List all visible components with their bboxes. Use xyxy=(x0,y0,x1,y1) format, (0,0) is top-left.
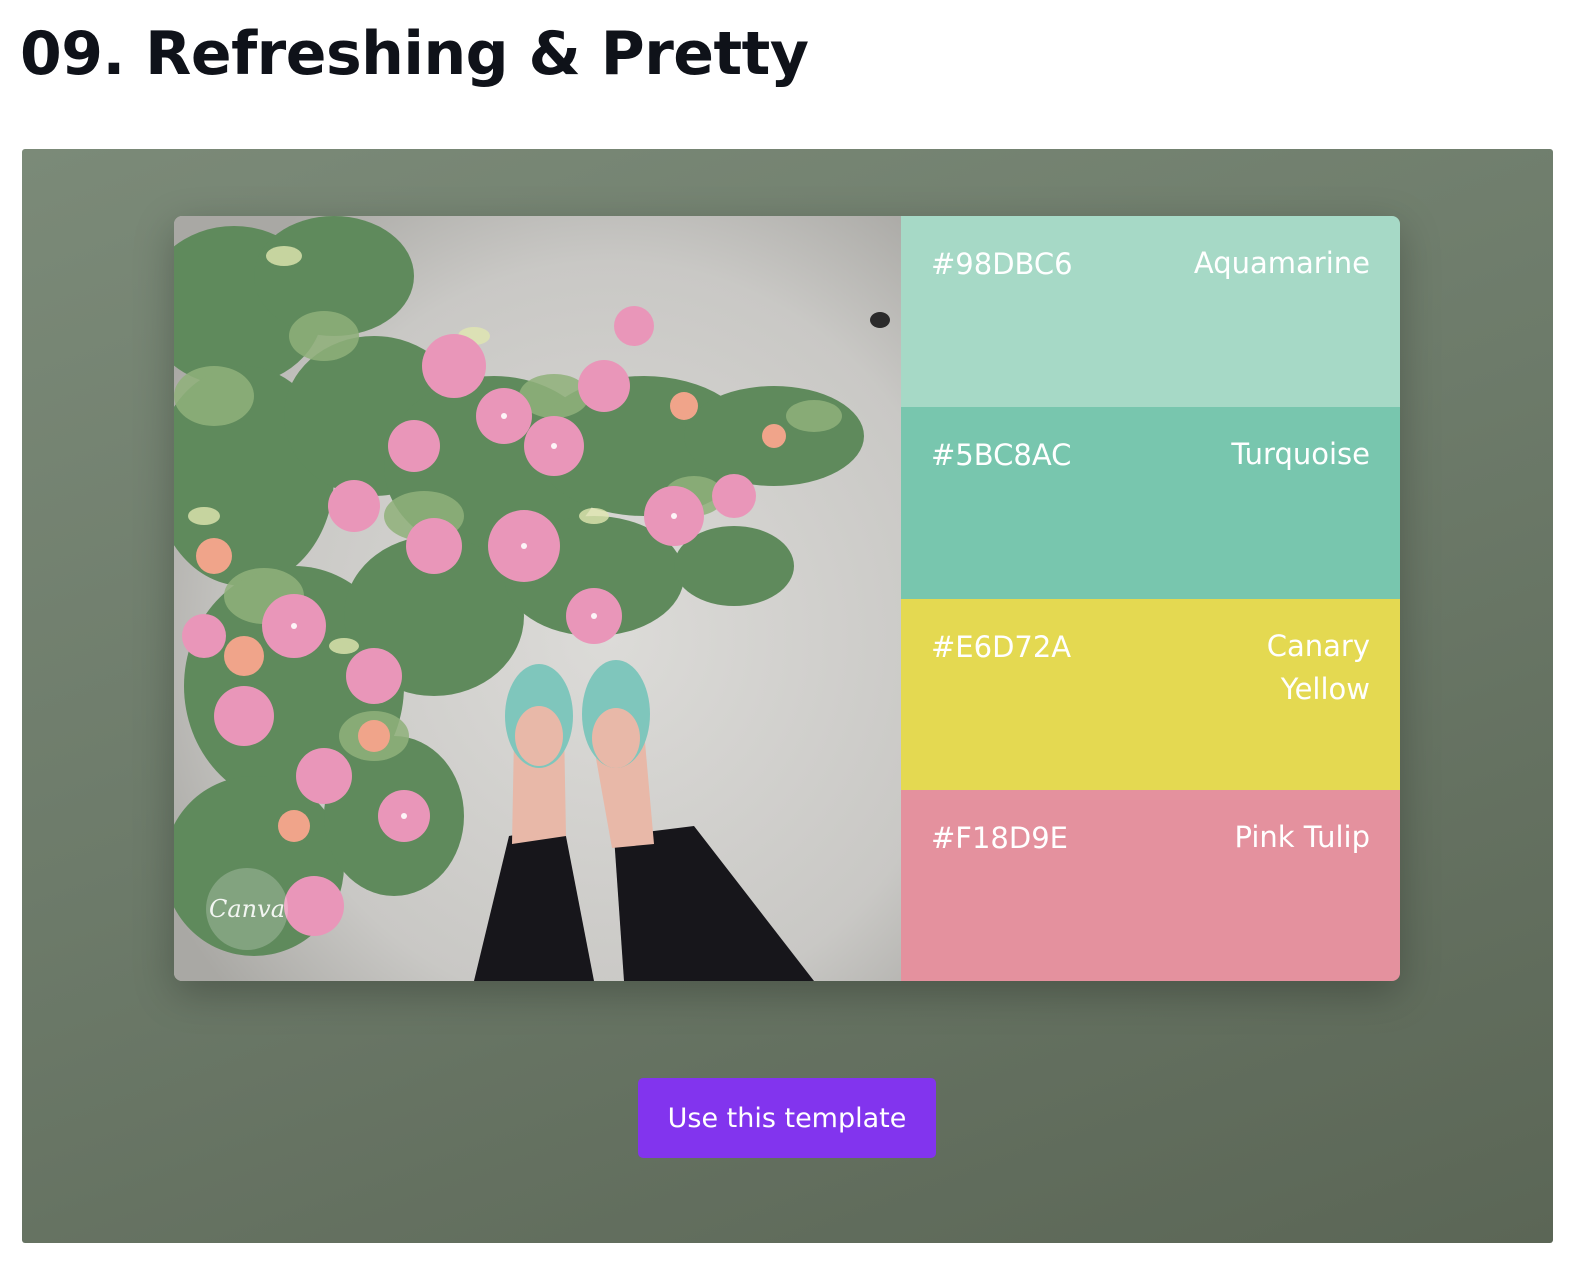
swatch-hex: #F18D9E xyxy=(931,820,1068,855)
swatch-hex: #5BC8AC xyxy=(931,438,1072,473)
swatch-hex: #E6D72A xyxy=(931,629,1072,664)
swatch-name: Canary Yellow xyxy=(1266,628,1370,706)
swatch-name: Aquamarine xyxy=(1193,246,1370,280)
swatch-name: Pink Tulip xyxy=(1234,819,1370,854)
page-title: 09. Refreshing & Pretty xyxy=(20,19,809,89)
swatch-hex: #98DBC6 xyxy=(931,247,1073,281)
canva-watermark-logo: Canva xyxy=(206,868,288,950)
palette-card: Canva #98DBC6 Aquamarine #5BC8AC Turquoi… xyxy=(174,216,1400,981)
swatch-name: Turquoise xyxy=(1231,437,1370,472)
swatch-aquamarine: #98DBC6 Aquamarine xyxy=(901,216,1400,408)
template-preview: Canva #98DBC6 Aquamarine #5BC8AC Turquoi… xyxy=(22,149,1553,1243)
photo-flowers-shoes-image: Canva xyxy=(174,216,901,981)
swatch-pink-tulip: #F18D9E Pink Tulip xyxy=(901,789,1400,981)
color-palette: #98DBC6 Aquamarine #5BC8AC Turquoise #E6… xyxy=(901,216,1400,981)
swatch-turquoise: #5BC8AC Turquoise xyxy=(901,407,1400,599)
use-template-button[interactable]: Use this template xyxy=(638,1078,936,1158)
swatch-canary-yellow: #E6D72A Canary Yellow xyxy=(901,598,1400,790)
